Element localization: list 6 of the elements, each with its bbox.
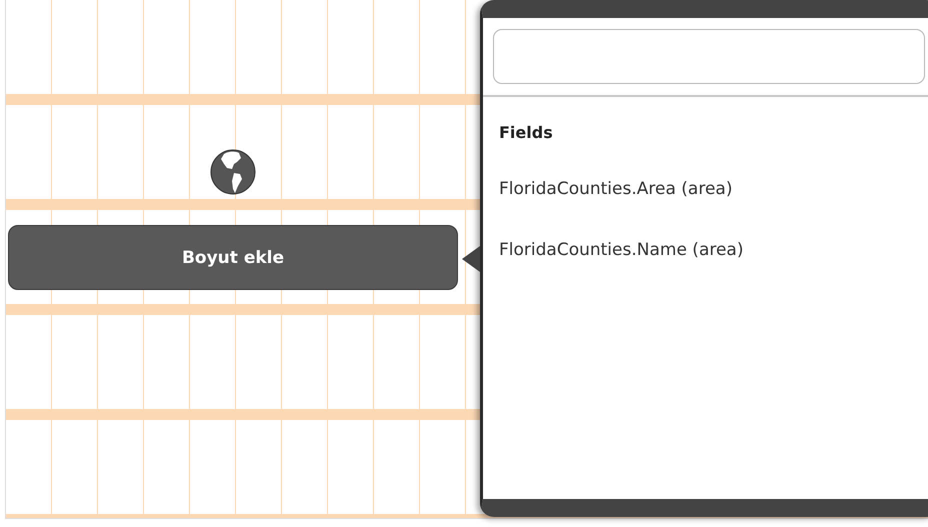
add-dimension-button[interactable]: Boyut ekle — [8, 225, 458, 290]
globe-icon — [210, 149, 256, 195]
field-item[interactable]: FloridaCounties.Name (area) — [499, 240, 744, 260]
search-field[interactable] — [493, 29, 925, 84]
field-item[interactable]: FloridaCounties.Area (area) — [499, 179, 732, 199]
section-heading: Fields — [499, 123, 554, 142]
